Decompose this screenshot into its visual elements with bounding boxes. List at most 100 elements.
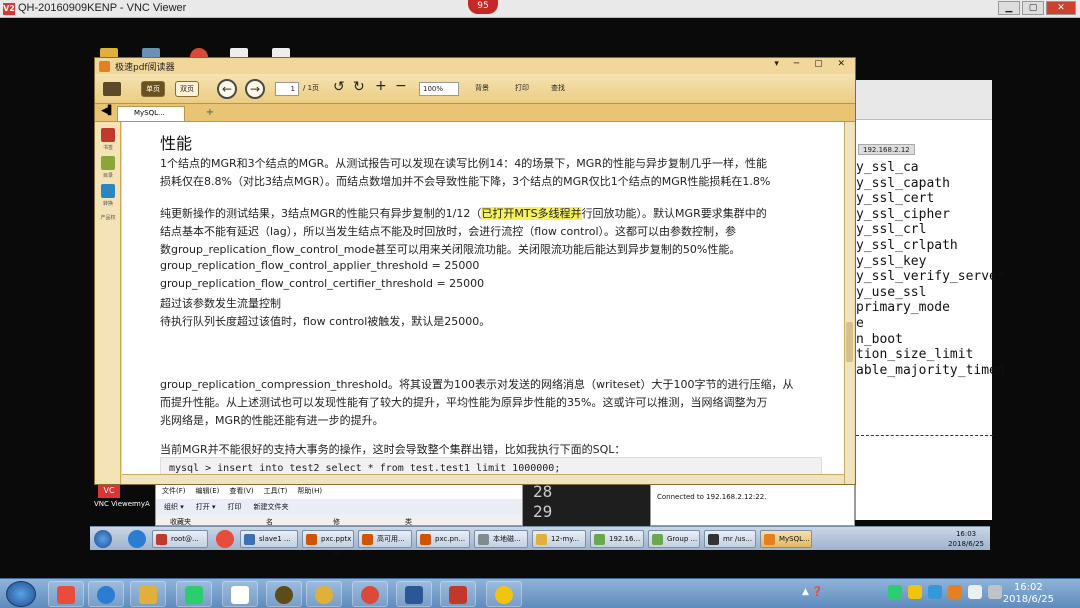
single-page-button[interactable]: 单页	[141, 81, 165, 97]
find-button[interactable]: 查找	[551, 83, 565, 93]
page-number-input[interactable]: 1	[275, 82, 299, 96]
explorer-toolbar: 组织 ▾ 打开 ▾ 打印 新建文件夹	[156, 499, 522, 515]
taskbar-pin[interactable]	[486, 581, 522, 607]
file-explorer-window[interactable]: 文件(F) 编辑(E) 查看(V) 工具(T) 帮助(H) 组织 ▾ 打开 ▾ …	[155, 482, 523, 556]
network-icon[interactable]	[968, 585, 982, 599]
terminal-line: n_boot	[856, 331, 903, 347]
pdf-reader-logo-icon	[99, 61, 110, 72]
toggle-sidebar-icon[interactable]: ◀▌	[101, 106, 115, 116]
terminal-line: y_ssl_verify_server	[856, 269, 1005, 285]
system-clock[interactable]: 16:02 2018/6/25	[1003, 582, 1054, 606]
zoom-select[interactable]: 100%	[419, 82, 459, 96]
taskbar-item[interactable]: mr /us...	[704, 530, 756, 548]
vnc-toolbar-badge[interactable]: 95	[468, 0, 498, 14]
toc-icon[interactable]	[101, 156, 115, 170]
terminal-tab[interactable]: 192.168.2.12	[858, 144, 915, 155]
terminal-divider	[856, 435, 993, 436]
paragraph-line: 结点基本不能有延迟（lag），所以当发生结点不能及时回放时，会进行流控（flow…	[160, 225, 737, 238]
close-button[interactable]: ✕	[1046, 1, 1076, 15]
zoom-out-icon[interactable]: −	[395, 78, 407, 94]
taskbar-pin[interactable]	[176, 581, 212, 607]
new-folder-button[interactable]: 新建文件夹	[254, 502, 289, 512]
new-tab-button[interactable]: +	[203, 107, 217, 119]
zoom-in-icon[interactable]: +	[375, 78, 387, 94]
paragraph-line: group_replication_compression_threshold。…	[160, 378, 794, 391]
taskbar-item[interactable]: 高可用...	[358, 530, 412, 548]
terminal-line: y_ssl_cipher	[856, 206, 950, 222]
language-indicator-icon[interactable]: ▲ ❓	[802, 587, 823, 597]
pdf-reader-window[interactable]: 极速pdf阅读器 ▾ ─ ▢ ✕ 单页 双页 ← → 1 / 1页 ↺ ↻ + …	[94, 57, 856, 485]
taskbar-pin[interactable]	[88, 581, 124, 607]
taskbar-pin[interactable]	[130, 581, 166, 607]
chrome-icon[interactable]	[216, 530, 234, 548]
terminal-output: y_ssl_ca y_ssl_capath y_ssl_cert y_ssl_ciph…	[856, 160, 1005, 378]
sidebar-toc-label: 目录	[102, 173, 113, 179]
background-button[interactable]: 背景	[475, 83, 489, 93]
print-button[interactable]: 打印	[515, 83, 529, 93]
menu-tools[interactable]: 工具(T)	[264, 486, 288, 496]
vnc-window-controls: ▁ ▢ ✕	[998, 1, 1076, 15]
taskbar-item[interactable]: 本地磁...	[474, 530, 528, 548]
taskbar-item[interactable]: slave1 ...	[240, 530, 298, 548]
start-button[interactable]	[6, 581, 36, 607]
tray-icon[interactable]	[928, 585, 942, 599]
minimize-button[interactable]: ▁	[998, 1, 1020, 15]
pdf-window-controls[interactable]: ▾ ─ ▢ ✕	[774, 59, 851, 69]
vnc-viewer-icon: VC	[98, 484, 120, 498]
scroll-thumb[interactable]	[846, 322, 853, 362]
menu-help[interactable]: 帮助(H)	[297, 486, 322, 496]
maximize-button[interactable]: ▢	[1022, 1, 1044, 15]
vertical-scrollbar[interactable]	[844, 122, 854, 484]
taskbar-item-active[interactable]: MySQL...	[760, 530, 812, 548]
terminal-line: tion_size_limit	[856, 347, 974, 363]
ie-icon[interactable]	[128, 530, 146, 548]
next-page-icon[interactable]: →	[245, 79, 265, 99]
remote-clock-date: 2018/6/25	[948, 540, 984, 548]
menu-view[interactable]: 查看(V)	[229, 486, 253, 496]
menu-file[interactable]: 文件(F)	[162, 486, 186, 496]
connection-status-text: Connected to 192.168.2.12:22.	[657, 493, 767, 501]
terminal-line: y_ssl_ca	[856, 160, 919, 175]
open-button[interactable]: 打开 ▾	[196, 502, 216, 512]
taskbar-pin[interactable]	[440, 581, 476, 607]
tray-icon[interactable]	[908, 585, 922, 599]
convert-icon[interactable]	[101, 184, 115, 198]
double-page-button[interactable]: 双页	[175, 81, 199, 97]
print-button[interactable]: 打印	[228, 502, 242, 512]
remote-start-button[interactable]	[94, 530, 112, 548]
taskbar-item[interactable]: 12-my...	[532, 530, 586, 548]
taskbar-item[interactable]: pxc.pptx	[302, 530, 354, 548]
tray-icon[interactable]	[948, 585, 962, 599]
remote-taskbar: root@... slave1 ... pxc.pptx 高可用... pxc.…	[90, 526, 990, 550]
taskbar-pin[interactable]	[352, 581, 388, 607]
prev-page-icon[interactable]: ←	[217, 79, 237, 99]
volume-icon[interactable]	[988, 585, 1002, 599]
bookmark-icon[interactable]	[101, 128, 115, 142]
rotate-left-icon[interactable]: ↺	[333, 79, 345, 95]
organize-button[interactable]: 组织 ▾	[164, 502, 184, 512]
taskbar-pin[interactable]	[396, 581, 432, 607]
horizontal-scrollbar[interactable]	[122, 474, 844, 484]
pdf-page: 性能 1个结点的MGR和3个结点的MGR。从测试报告可以发现在读写比例14：4的…	[122, 122, 844, 484]
taskbar-pin[interactable]	[306, 581, 342, 607]
tab-mysql[interactable]: MySQL...	[117, 106, 185, 121]
taskbar-pin[interactable]	[266, 581, 302, 607]
remote-clock[interactable]: 16:03 2018/6/25	[948, 529, 984, 549]
menu-edit[interactable]: 编辑(E)	[196, 486, 220, 496]
vnc-viewer-desktop-icon[interactable]: VC VNC Viewer myA	[94, 482, 154, 526]
section-heading: 性能	[160, 134, 193, 153]
taskbar-item[interactable]: pxc.pn...	[416, 530, 470, 548]
open-file-icon[interactable]	[103, 82, 121, 96]
vnc-logo-icon: V2	[3, 3, 15, 15]
paragraph-line: 超过该参数发生流量控制	[160, 297, 281, 310]
taskbar-item[interactable]: 192.16...	[590, 530, 644, 548]
taskbar-item[interactable]: root@...	[152, 530, 208, 548]
highlighted-text: 已打开MTS多线程并	[481, 207, 582, 220]
rotate-right-icon[interactable]: ↻	[353, 79, 365, 95]
taskbar-pin[interactable]	[222, 581, 258, 607]
terminal-line: y_ssl_key	[856, 253, 927, 269]
taskbar-item[interactable]: Group ...	[648, 530, 700, 548]
taskbar-pin[interactable]	[48, 581, 84, 607]
text-span: 纯更新操作的测试结果，3结点MGR的性能只有异步复制的1/12（	[160, 207, 482, 220]
tray-icon[interactable]	[888, 585, 902, 599]
